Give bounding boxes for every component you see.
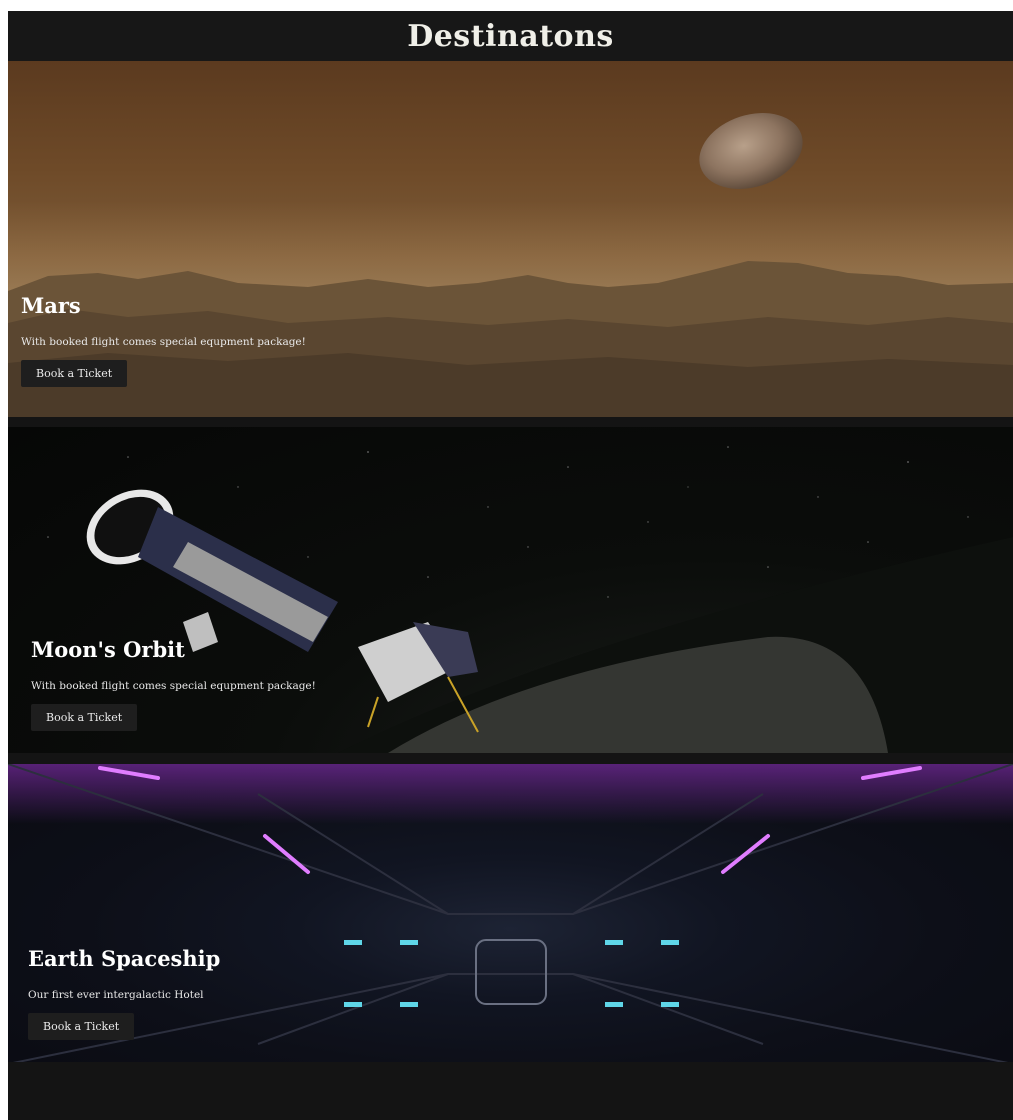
- card-description: With booked flight comes special equpmen…: [21, 336, 306, 348]
- card-title: Moon's Orbit: [31, 637, 185, 662]
- card-title: Earth Spaceship: [28, 946, 221, 971]
- card-description: Our first ever intergalactic Hotel: [28, 989, 204, 1001]
- page-header: Destinatons: [8, 11, 1013, 61]
- space-telescope-icon: [86, 489, 338, 652]
- book-ticket-button-moon-orbit[interactable]: Book a Ticket: [31, 704, 138, 731]
- card-description: With booked flight comes special equpmen…: [31, 680, 316, 692]
- page-footer-space: [8, 1064, 1013, 1120]
- destination-card-moon-orbit: Moon's Orbit With booked flight comes sp…: [8, 427, 1013, 753]
- page-title: Destinatons: [407, 18, 614, 54]
- destination-card-earth-spaceship: Earth Spaceship Our first ever intergala…: [8, 764, 1013, 1064]
- destination-card-mars: Mars With booked flight comes special eq…: [8, 61, 1013, 417]
- mars-card-content: Mars With booked flight comes special eq…: [21, 293, 306, 387]
- corridor-door: [475, 939, 547, 1005]
- book-ticket-button-mars[interactable]: Book a Ticket: [21, 360, 128, 387]
- book-ticket-button-earth-spaceship[interactable]: Book a Ticket: [28, 1013, 135, 1040]
- moon-orbit-card-content: Moon's Orbit With booked flight comes sp…: [31, 637, 316, 731]
- earth-spaceship-card-content: Earth Spaceship Our first ever intergala…: [28, 946, 220, 1040]
- card-title: Mars: [21, 293, 81, 318]
- mars-moon-icon: [699, 113, 803, 189]
